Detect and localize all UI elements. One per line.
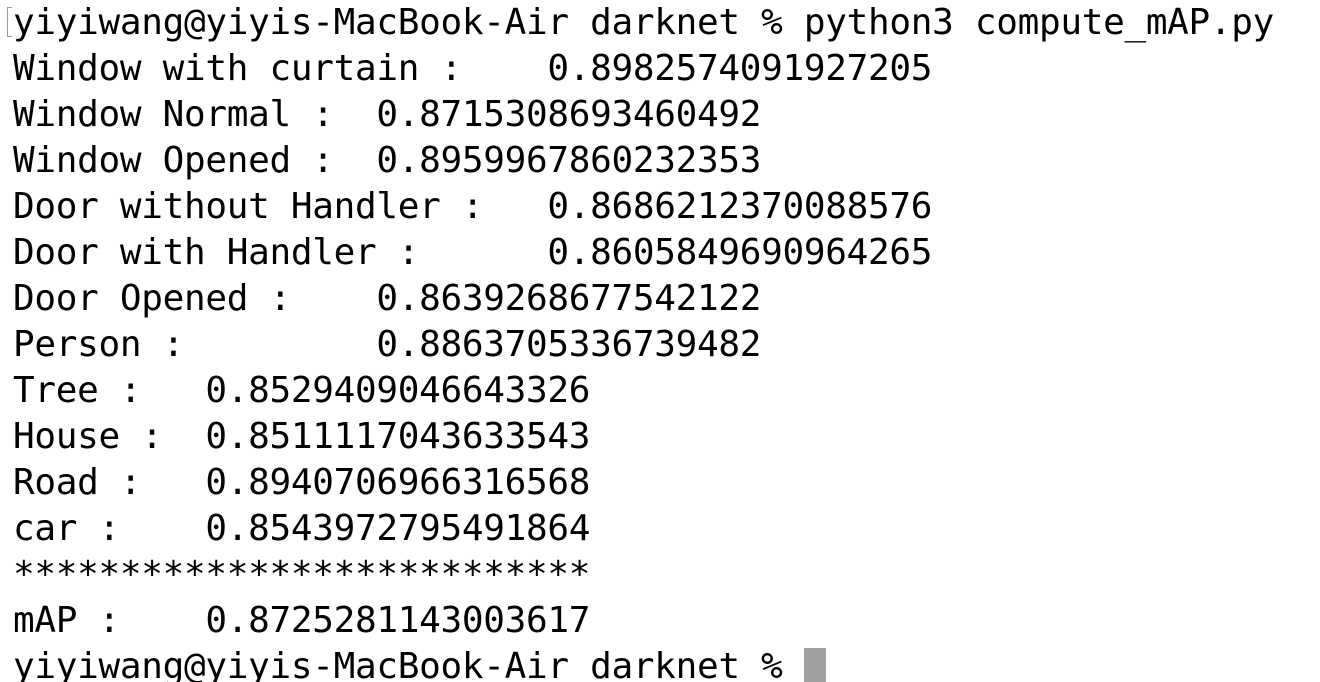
selection-bracket: [7, 7, 12, 37]
result-value: 0.8605849690964265: [547, 232, 933, 273]
result-value: 0.8940706966316568: [205, 462, 591, 503]
result-line: Door with Handler : 0.8605849690964265: [13, 230, 932, 276]
result-line: Door without Handler : 0.868621237008857…: [13, 184, 932, 230]
map-summary-line: mAP : 0.8725281143003617: [13, 598, 590, 644]
result-label: Tree :: [13, 370, 206, 411]
map-label: mAP :: [13, 600, 206, 641]
result-label: Window Opened :: [13, 140, 377, 181]
result-label: Window with curtain :: [13, 48, 548, 89]
map-value: 0.8725281143003617: [205, 600, 591, 641]
prompt-line[interactable]: yiyiwang@yiyis-MacBook-Air darknet %: [13, 644, 826, 682]
terminal-window[interactable]: yiyiwang@yiyis-MacBook-Air darknet % pyt…: [0, 0, 1320, 682]
separator-line: ***************************: [13, 554, 591, 595]
result-line: Road : 0.8940706966316568: [13, 460, 590, 506]
result-value: 0.8639268677542122: [376, 278, 762, 319]
result-value: 0.8511117043633543: [205, 416, 591, 457]
result-label: Door with Handler :: [13, 232, 548, 273]
result-label: car :: [13, 508, 206, 549]
result-line: Window Normal : 0.8715308693460492: [13, 92, 761, 138]
result-value: 0.8529409046643326: [205, 370, 591, 411]
result-value: 0.8715308693460492: [376, 94, 762, 135]
result-line: Window Opened : 0.8959967860232353: [13, 138, 761, 184]
shell-prompt: yiyiwang@yiyis-MacBook-Air darknet %: [13, 646, 804, 682]
result-label: Window Normal :: [13, 94, 377, 135]
result-line: Tree : 0.8529409046643326: [13, 368, 590, 414]
result-value: 0.8959967860232353: [376, 140, 762, 181]
result-label: Door without Handler :: [13, 186, 548, 227]
result-line: Door Opened : 0.8639268677542122: [13, 276, 761, 322]
result-value: 0.8863705336739482: [376, 324, 762, 365]
text-cursor: [803, 648, 826, 682]
result-line: Person : 0.8863705336739482: [13, 322, 761, 368]
result-value: 0.8686212370088576: [547, 186, 933, 227]
result-label: Person :: [13, 324, 377, 365]
result-label: Road :: [13, 462, 206, 503]
result-line: car : 0.8543972795491864: [13, 506, 590, 552]
result-label: House :: [13, 416, 206, 457]
result-label: Door Opened :: [13, 278, 377, 319]
result-value: 0.8982574091927205: [547, 48, 933, 89]
command-line: yiyiwang@yiyis-MacBook-Air darknet % pyt…: [13, 2, 1275, 43]
result-line: House : 0.8511117043633543: [13, 414, 590, 460]
result-value: 0.8543972795491864: [205, 508, 591, 549]
result-line: Window with curtain : 0.8982574091927205: [13, 46, 932, 92]
